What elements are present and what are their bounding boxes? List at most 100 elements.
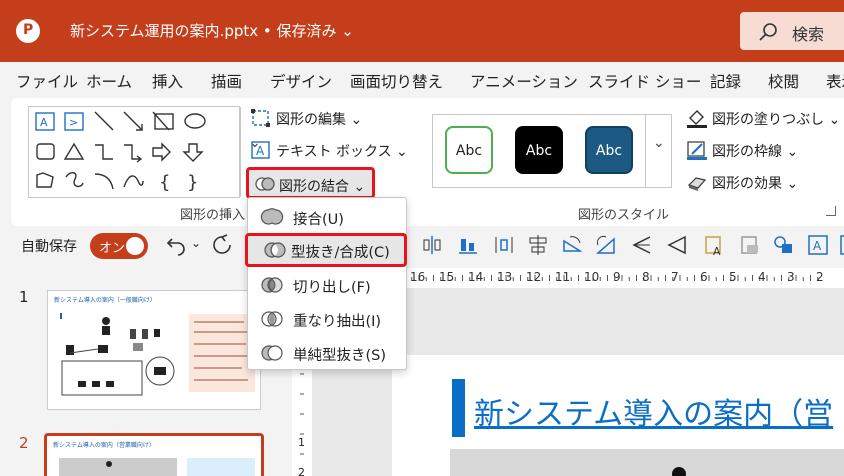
ruler-label: 16 — [410, 270, 426, 284]
triangle-flip-icon[interactable] — [630, 233, 654, 257]
dialog-launcher-icon[interactable] — [826, 206, 836, 216]
edit-shape-label: 図形の編集 ⌄ — [276, 112, 363, 128]
shape-outline-button[interactable]: 図形の枠線 ⌄ — [686, 138, 844, 164]
search-label: 検索 — [792, 25, 825, 44]
style-gallery-more-button[interactable] — [645, 115, 672, 187]
ruler-label: 12 — [526, 270, 542, 284]
menu-item-label: 重なり抽出(I) — [293, 314, 382, 330]
title-accent-bar — [452, 379, 465, 437]
flip-icon[interactable] — [594, 233, 618, 257]
ruler-label: 9 — [613, 270, 621, 284]
current-slide[interactable]: 新システム導入の案内（営 — [392, 355, 844, 476]
distribute-horizontal-icon[interactable] — [492, 233, 516, 257]
more-icon[interactable] — [838, 233, 844, 257]
intersect-icon — [261, 311, 283, 327]
tab-review[interactable]: 校閲 — [768, 70, 799, 92]
slide-thumbnail-2[interactable]: 新システム導入の案内（営業職向け） — [44, 433, 264, 476]
svg-text:A: A — [713, 245, 721, 257]
tab-design[interactable]: デザイン — [270, 70, 332, 92]
tab-home[interactable]: ホーム — [86, 70, 132, 92]
align-center-icon[interactable] — [420, 233, 444, 257]
shape-fill-label: 図形の塗りつぶし ⌄ — [712, 112, 841, 128]
fragment-icon — [261, 277, 283, 293]
svg-text:A: A — [256, 144, 265, 158]
ruler-label: 14 — [468, 270, 484, 284]
shape-outline-label: 図形の枠線 ⌄ — [712, 144, 799, 160]
ruler-label: 5 — [729, 270, 737, 284]
menu-item-label: 型抜き/合成(C) — [291, 245, 390, 261]
ruler-label: 10 — [584, 270, 600, 284]
text-box-qat-icon[interactable]: A — [806, 233, 830, 257]
merge-shapes-button[interactable]: 図形の結合 ⌄ — [246, 167, 375, 199]
style-swatch[interactable]: Abc — [585, 126, 633, 174]
menu-item-label: 切り出し(F) — [293, 280, 371, 296]
ruler-label: 3 — [787, 270, 795, 284]
shape-effects-button[interactable]: 図形の効果 ⌄ — [686, 170, 844, 196]
menu-item-combine[interactable]: 型抜き/合成(C) — [245, 233, 407, 267]
edit-shape-icon — [251, 109, 270, 127]
powerpoint-logo-icon — [16, 19, 40, 43]
search-icon — [759, 23, 777, 41]
shape-gallery[interactable]: A > { } — [28, 106, 261, 198]
edit-shape-button[interactable]: 図形の編集 ⌄ — [250, 106, 370, 132]
autosave-label: 自動保存 — [21, 239, 77, 255]
document-title[interactable]: 新システム運用の案内.pptx • 保存済み ⌄ — [70, 20, 354, 41]
align-middle-icon[interactable] — [526, 233, 550, 257]
svg-text:{: { — [159, 172, 170, 193]
style-swatch[interactable]: Abc — [445, 126, 493, 174]
menu-item-subtract[interactable]: 単純型抜き(S) — [248, 336, 406, 370]
text-box-button[interactable]: A テキスト ボックス ⌄ — [250, 138, 408, 164]
group-label-insert-shapes: 図形の挿入 — [180, 208, 246, 223]
redo-icon[interactable] — [210, 233, 234, 257]
menu-item-intersect[interactable]: 重なり抽出(I) — [248, 302, 406, 336]
rotate-icon[interactable] — [560, 233, 584, 257]
paint-bucket-icon — [687, 110, 707, 128]
shape-style-gallery[interactable]: Abc Abc Abc — [432, 114, 672, 188]
merge-shapes-label: 図形の結合 ⌄ — [279, 179, 366, 195]
tab-view[interactable]: 表示 — [826, 70, 844, 92]
merge-shapes-icon — [255, 177, 275, 191]
tab-insert[interactable]: 挿入 — [152, 70, 183, 92]
tab-slideshow[interactable]: スライド ショー — [588, 70, 701, 92]
ruler-label: 11 — [555, 270, 571, 284]
ruler-label: 6 — [700, 270, 708, 284]
shape-effects-label: 図形の効果 ⌄ — [712, 176, 799, 192]
ruler-label: 2 — [298, 466, 305, 476]
ruler-label: 4 — [758, 270, 766, 284]
svg-text:A: A — [40, 116, 48, 129]
network-diagram-icon — [60, 313, 255, 396]
slide-thumbnail-1[interactable]: 新システム導入の案内（一般職向け） — [47, 290, 261, 410]
style-swatch[interactable]: Abc — [515, 126, 563, 174]
triangle-icon[interactable] — [665, 233, 689, 257]
shape-fill-button[interactable]: 図形の塗りつぶし ⌄ — [686, 106, 844, 132]
autosave-toggle[interactable]: オン — [90, 233, 148, 259]
svg-text:>: > — [69, 116, 78, 129]
undo-dropdown-icon[interactable]: ⌄ — [191, 236, 201, 250]
tab-transitions[interactable]: 画面切り替え — [350, 70, 443, 92]
clipboard-text-icon[interactable]: A — [702, 233, 726, 257]
subtract-icon — [261, 345, 283, 361]
search-box[interactable]: 検索 — [740, 12, 844, 50]
svg-text:}: } — [187, 172, 198, 193]
tab-file[interactable]: ファイル — [16, 70, 78, 92]
shapes-grid-icon[interactable]: A > { } — [29, 107, 239, 197]
shape-effects-icon — [687, 177, 707, 191]
ruler-label: 2 — [816, 270, 824, 284]
ruler-label: 7 — [671, 270, 679, 284]
slide-image-placeholder[interactable] — [450, 449, 844, 476]
slide-number: 2 — [19, 434, 29, 452]
tab-record[interactable]: 記録 — [710, 70, 741, 92]
ruler-label: 1 — [298, 436, 305, 449]
undo-icon[interactable] — [164, 233, 188, 257]
clipboard-image-icon[interactable] — [738, 233, 762, 257]
align-bottom-icon[interactable] — [456, 233, 480, 257]
ribbon-tabs: ファイル ホーム 挿入 描画 デザイン 画面切り替え アニメーション スライド … — [0, 62, 844, 98]
slide-thumb-content — [59, 458, 255, 476]
menu-item-union[interactable]: 接合(U) — [248, 200, 406, 234]
tab-animations[interactable]: アニメーション — [470, 70, 578, 92]
menu-item-fragment[interactable]: 切り出し(F) — [248, 268, 406, 302]
slide-title[interactable]: 新システム導入の案内（営 — [474, 389, 833, 433]
tab-draw[interactable]: 描画 — [211, 70, 242, 92]
autosave-toggle-label: オン — [99, 241, 126, 256]
shapes-icon[interactable] — [772, 233, 796, 257]
